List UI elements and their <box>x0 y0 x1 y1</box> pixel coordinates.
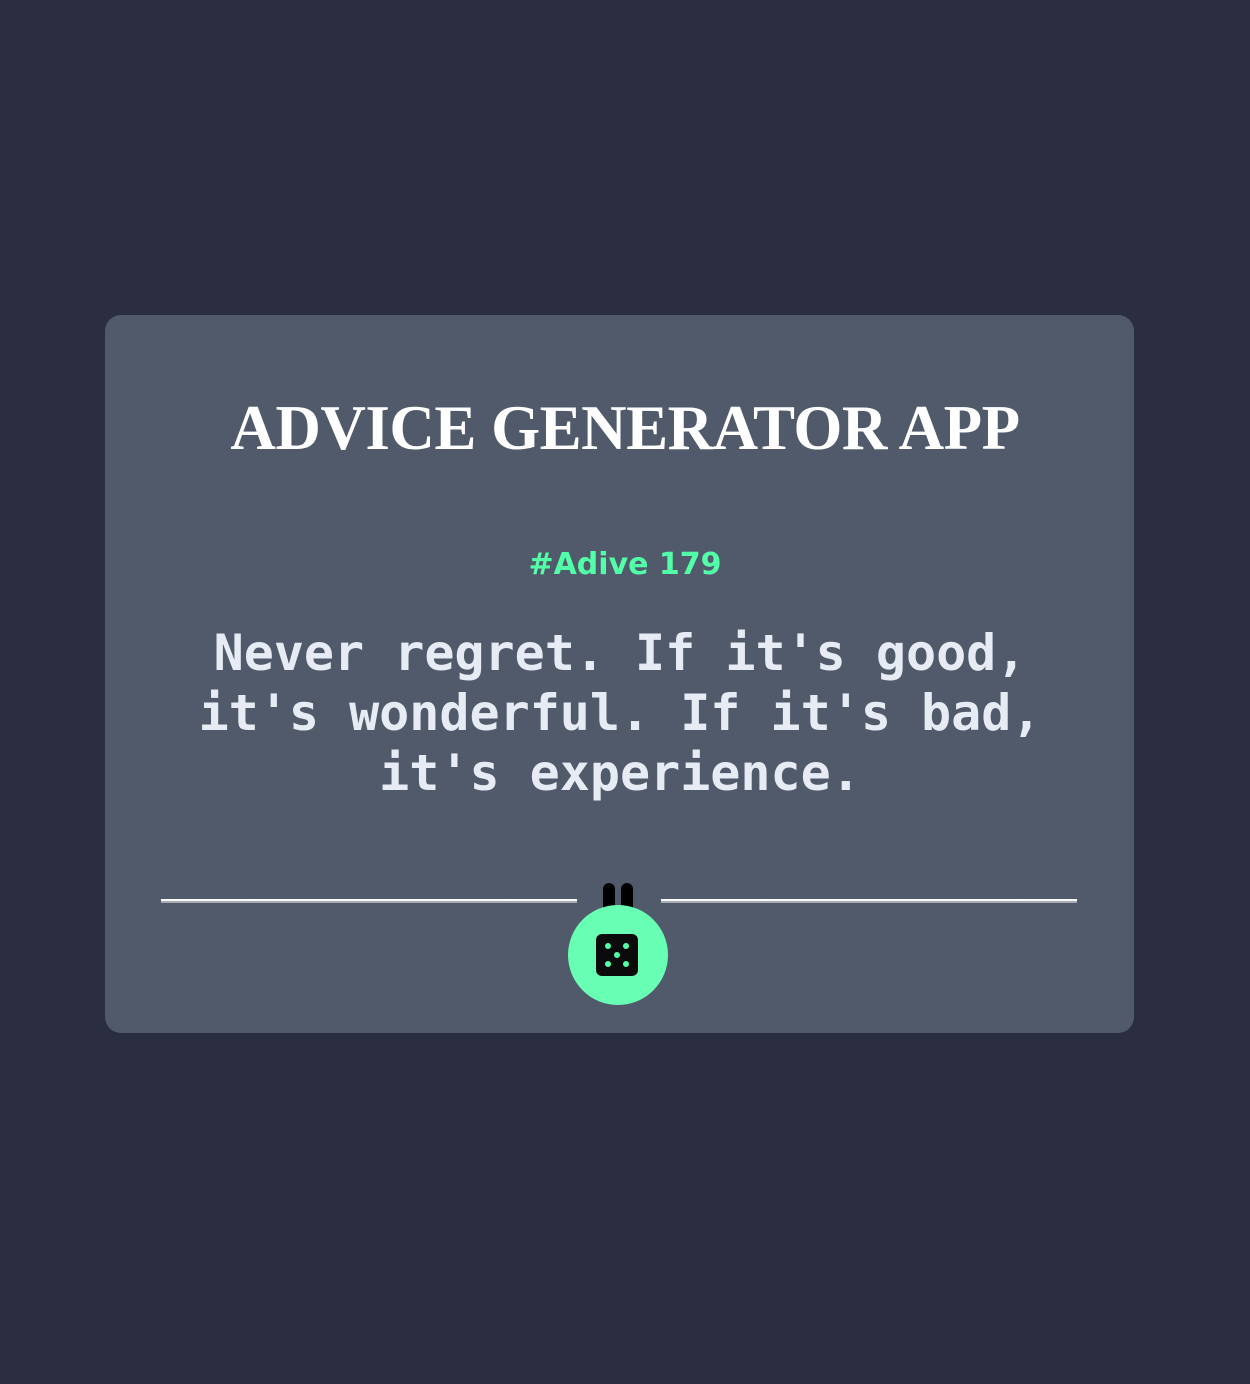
divider-line-right <box>661 899 1077 903</box>
dice-icon <box>596 934 638 976</box>
advice-quote: Never regret. If it's good, it's wonderf… <box>198 624 1042 802</box>
advice-id: #Adive 179 <box>528 547 722 582</box>
divider-line-left <box>161 899 577 903</box>
app-title: ADVICE GENERATOR APP <box>230 393 1020 463</box>
generate-advice-button[interactable] <box>568 905 668 1005</box>
